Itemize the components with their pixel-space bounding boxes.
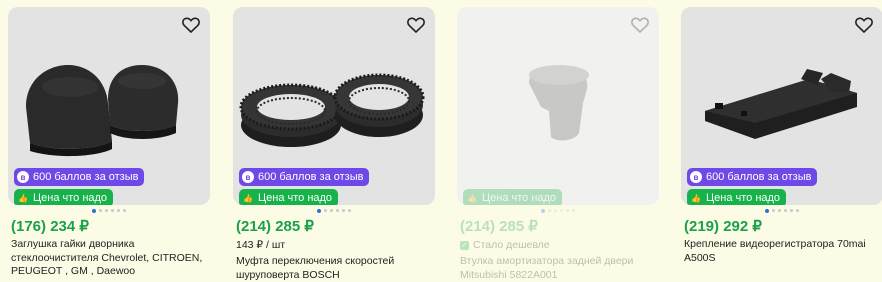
- unit-price: 143 ₽ / шт: [236, 239, 286, 251]
- points-badge-label: 600 баллов за отзыв: [706, 171, 812, 183]
- image-pagination: [457, 208, 659, 213]
- product-price: (176) 234 ₽: [11, 217, 89, 235]
- image-pagination: [233, 208, 435, 213]
- price-old: (219): [684, 218, 720, 235]
- pagination-dot: [548, 209, 551, 212]
- pagination-dot: [772, 209, 775, 212]
- pagination-dot: [105, 209, 108, 212]
- product-price: (219) 292 ₽: [684, 217, 762, 235]
- points-badge: в 600 баллов за отзыв: [239, 168, 370, 186]
- pagination-dot: [784, 209, 787, 212]
- product-price: (214) 285 ₽: [236, 217, 314, 235]
- price-drop-label: Стало дешевле: [473, 239, 550, 251]
- thumbs-up-icon: 👍: [18, 193, 28, 203]
- product-card[interactable]: в 600 баллов за отзыв 👍 Цена что надо (1…: [8, 0, 220, 282]
- product-card[interactable]: в 600 баллов за отзыв 👍 Цена что надо (2…: [233, 0, 445, 282]
- favorite-heart-icon[interactable]: [405, 14, 427, 36]
- price-old: (176): [11, 218, 47, 235]
- price-current: 234 ₽: [50, 218, 89, 235]
- pagination-dot: [92, 208, 96, 213]
- product-title[interactable]: Втулка амортизатора задней двери Mitsubi…: [460, 255, 665, 282]
- favorite-heart-icon[interactable]: [180, 14, 202, 36]
- pagination-dot: [342, 209, 345, 212]
- pagination-dot: [765, 208, 769, 213]
- pagination-dot: [348, 209, 351, 212]
- product-price: (214) 285 ₽: [460, 217, 538, 235]
- shock-bushing-image: [529, 65, 589, 141]
- price-current: 285 ₽: [499, 218, 538, 235]
- pagination-dot: [778, 209, 781, 212]
- good-price-label: Цена что надо: [33, 192, 108, 204]
- good-price-badge: 👍 Цена что надо: [239, 189, 339, 205]
- points-badge-label: 600 баллов за отзыв: [33, 171, 139, 183]
- thumbs-up-icon: 👍: [243, 193, 253, 203]
- pagination-dot: [99, 209, 102, 212]
- pagination-dot: [330, 209, 333, 212]
- good-price-label: Цена что надо: [258, 192, 333, 204]
- product-title[interactable]: Муфта переключения скоростей шуруповерта…: [236, 255, 441, 282]
- pagination-dot: [336, 209, 339, 212]
- pagination-dot: [111, 209, 114, 212]
- pagination-dot: [317, 208, 321, 213]
- product-title[interactable]: Крепление видеорегистратора 70mai A500S: [684, 238, 882, 265]
- thumbs-up-icon: 👍: [691, 193, 701, 203]
- pagination-dot: [117, 209, 120, 212]
- points-coin-icon: в: [690, 171, 702, 183]
- points-badge-label: 600 баллов за отзыв: [258, 171, 364, 183]
- pagination-dot: [324, 209, 327, 212]
- price-old: (214): [460, 218, 496, 235]
- points-badge: в 600 баллов за отзыв: [687, 168, 818, 186]
- pagination-dot: [123, 209, 126, 212]
- thumbs-up-icon: 👍: [467, 193, 477, 203]
- product-image[interactable]: в 600 баллов за отзыв 👍 Цена что надо: [681, 7, 882, 205]
- good-price-badge: 👍 Цена что надо: [687, 189, 787, 205]
- price-old: (214): [236, 218, 272, 235]
- favorite-heart-icon[interactable]: [629, 14, 651, 36]
- pagination-dot: [554, 209, 557, 212]
- price-drop-note: ✓ Стало дешевле: [460, 239, 550, 251]
- product-image[interactable]: в 600 баллов за отзыв 👍 Цена что надо: [233, 7, 435, 205]
- good-price-label: Цена что надо: [706, 192, 781, 204]
- image-pagination: [681, 208, 882, 213]
- product-title[interactable]: Заглушка гайки дворника стеклоочистителя…: [11, 238, 216, 279]
- favorite-heart-icon[interactable]: [853, 14, 875, 36]
- product-card[interactable]: в 600 баллов за отзыв 👍 Цена что надо (2…: [681, 0, 882, 282]
- good-price-label: Цена что надо: [482, 192, 557, 204]
- price-current: 285 ₽: [275, 218, 314, 235]
- pagination-dot: [560, 209, 563, 212]
- points-badge: в 600 баллов за отзыв: [14, 168, 145, 186]
- pagination-dot: [566, 209, 569, 212]
- price-current: 292 ₽: [723, 218, 762, 235]
- good-price-badge: 👍 Цена что надо: [14, 189, 114, 205]
- price-drop-icon: ✓: [460, 240, 469, 250]
- product-card[interactable]: 👍 Цена что надо (214) 285 ₽ ✓ Стало деше…: [457, 0, 669, 282]
- product-grid: в 600 баллов за отзыв 👍 Цена что надо (1…: [0, 0, 882, 282]
- pagination-dot: [572, 209, 575, 212]
- product-image[interactable]: 👍 Цена что надо: [457, 7, 659, 205]
- points-coin-icon: в: [17, 171, 29, 183]
- pagination-dot: [796, 209, 799, 212]
- product-image[interactable]: в 600 баллов за отзыв 👍 Цена что надо: [8, 7, 210, 205]
- good-price-badge: 👍 Цена что надо: [463, 189, 563, 205]
- image-pagination: [8, 208, 210, 213]
- pagination-dot: [790, 209, 793, 212]
- pagination-dot: [541, 208, 545, 213]
- points-coin-icon: в: [242, 171, 254, 183]
